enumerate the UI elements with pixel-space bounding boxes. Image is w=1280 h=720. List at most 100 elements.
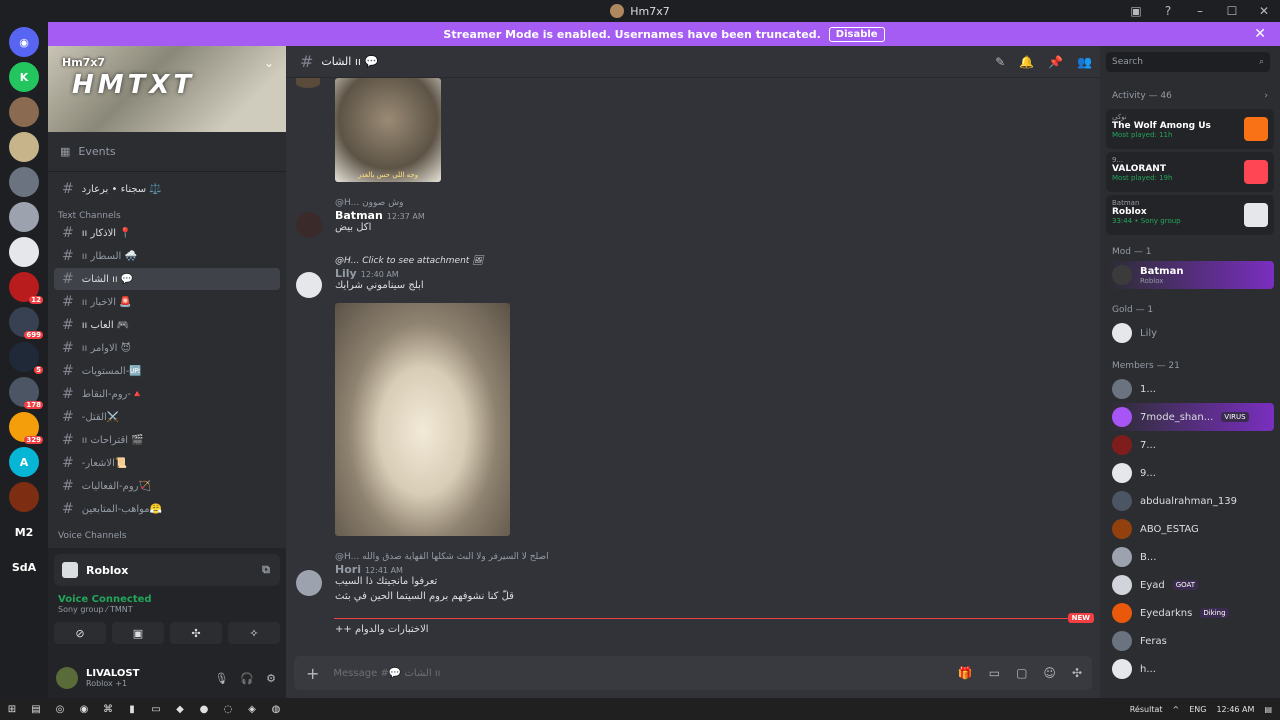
member-row[interactable]: ABO_ESTAG	[1100, 515, 1280, 543]
activity-header[interactable]: Activity — 46 ›	[1100, 86, 1280, 106]
server-icon[interactable]: 5	[9, 342, 43, 374]
reply-preview[interactable]: @H... وش صوون	[335, 198, 835, 208]
server-icon[interactable]: SdA	[9, 552, 39, 582]
avatar[interactable]	[56, 667, 78, 689]
close-banner-icon[interactable]: ✕	[1254, 26, 1266, 42]
avatar[interactable]	[296, 212, 322, 238]
member-row[interactable]: Feras	[1100, 627, 1280, 655]
app-icon[interactable]: ▮	[120, 704, 144, 715]
activity-card[interactable]: 9... VALORANT Most played: 19h	[1106, 152, 1274, 192]
reply-preview[interactable]: @H... اصلح لا السيرفر ولا البث شكلها الق…	[335, 552, 1035, 562]
channel-item[interactable]: # ıı الاوامر 😈	[54, 337, 280, 359]
vscode-icon[interactable]: ⌘	[96, 704, 120, 715]
server-icon[interactable]: 329	[9, 412, 43, 444]
chevron-right-icon[interactable]: ›	[1264, 91, 1268, 101]
channel-item[interactable]: # المستويات-🆙	[54, 360, 280, 382]
apps-icon[interactable]: ✣	[1072, 666, 1082, 680]
emoji-icon[interactable]: ☺	[1043, 666, 1056, 680]
server-banner[interactable]: Hm7x7 HMTXT ⌄	[48, 46, 286, 132]
gif-icon[interactable]: ▭	[989, 666, 1000, 680]
member-row[interactable]: Lily	[1100, 319, 1280, 347]
activities-icon[interactable]: ✣	[170, 622, 222, 644]
folder-icon[interactable]: ▭	[144, 704, 168, 715]
server-icon[interactable]: M2	[9, 517, 39, 547]
channel-item[interactable]: # -القتل⚔️	[54, 406, 280, 428]
channel-top[interactable]: # سجناء • برعارد ⚖️	[54, 178, 280, 200]
text-channels-category[interactable]: Text Channels	[48, 201, 286, 221]
message-author[interactable]: Hori	[335, 563, 361, 576]
server-icon[interactable]	[9, 482, 39, 512]
close-window-button[interactable]: ✕	[1248, 4, 1280, 18]
message-input[interactable]: + Message #💬 الشات ıı 🎁 ▭ ▢ ☺ ✣	[294, 656, 1092, 690]
pin-icon[interactable]: 📌	[1048, 55, 1063, 69]
server-icon[interactable]: A	[9, 447, 39, 477]
gift-icon[interactable]: 🎁	[958, 666, 973, 680]
channel-item[interactable]: # الشات ıı 💬	[54, 268, 280, 290]
member-row[interactable]: abdualrahman_139	[1100, 487, 1280, 515]
reply-preview[interactable]: @H... Click to see attachment 🖼	[335, 256, 835, 266]
channel-item[interactable]: # روم-الفعاليات🏹	[54, 475, 280, 497]
channel-item[interactable]: # ıı الاخبار 🚨	[54, 291, 280, 313]
notification-icon[interactable]: ▤	[1264, 705, 1272, 714]
help-icon[interactable]: ?	[1152, 4, 1184, 18]
channel-item[interactable]: # ıı العاب 🎮	[54, 314, 280, 336]
activity-card[interactable]: Batman Roblox 33:44 • Sony group	[1106, 195, 1274, 235]
monkey-image[interactable]: وجه اللي حس بالغدر	[335, 78, 441, 182]
screen-share-icon[interactable]: ▣	[112, 622, 164, 644]
add-attachment-icon[interactable]: +	[306, 664, 319, 683]
discord-icon[interactable]: ◉	[72, 704, 96, 715]
app-icon[interactable]: ◈	[240, 704, 264, 715]
tray-result[interactable]: Résultat	[1130, 705, 1163, 714]
chrome-icon[interactable]: ◎	[48, 704, 72, 715]
maximize-button[interactable]: ☐	[1216, 4, 1248, 18]
server-icon[interactable]: 12	[9, 272, 43, 304]
whatsapp-icon[interactable]: ◌	[216, 704, 240, 715]
headphones-icon[interactable]: 🎧	[240, 672, 254, 685]
member-row[interactable]: 7...	[1100, 431, 1280, 459]
activity-card[interactable]: نوكي The Wolf Among Us Most played: 11h	[1106, 109, 1274, 149]
app-icon[interactable]: ◍	[264, 704, 288, 715]
language-indicator[interactable]: ENG	[1189, 705, 1206, 714]
member-list-icon[interactable]: 👥	[1077, 55, 1092, 69]
microphone-icon[interactable]: 🎙	[214, 672, 228, 685]
disable-streamer-button[interactable]: Disable	[828, 26, 885, 42]
server-icon[interactable]: K	[9, 62, 39, 92]
server-icon[interactable]	[9, 97, 39, 127]
events-item[interactable]: ▦ Events	[48, 132, 286, 172]
notification-bell-icon[interactable]: 🔔	[1019, 55, 1034, 69]
inbox-icon[interactable]: ▣	[1120, 4, 1152, 18]
chevron-down-icon[interactable]: ⌄	[264, 56, 274, 70]
avatar[interactable]	[296, 570, 322, 596]
member-row[interactable]: Eyad GOAT	[1100, 571, 1280, 599]
member-row[interactable]: 9...	[1100, 459, 1280, 487]
spotify-icon[interactable]: ●	[192, 704, 216, 715]
server-icon[interactable]	[9, 167, 39, 197]
message-author[interactable]: Batman	[335, 209, 383, 222]
member-row[interactable]: Batman Roblox	[1106, 261, 1274, 289]
gear-icon[interactable]: ⚙	[266, 672, 276, 685]
clock[interactable]: 12:46 AM	[1216, 705, 1254, 714]
server-icon[interactable]	[9, 132, 39, 162]
sticker-icon[interactable]: ▢	[1016, 666, 1027, 680]
server-icon[interactable]	[9, 237, 39, 267]
channel-item[interactable]: # ıı الاذكار 📍	[54, 222, 280, 244]
channel-item[interactable]: # -الاشعار📜	[54, 452, 280, 474]
search-input[interactable]: Search ⌕	[1106, 52, 1270, 72]
chevron-up-icon[interactable]: ^	[1173, 705, 1180, 714]
member-row[interactable]: 7mode_shan... VIRUS	[1106, 403, 1274, 431]
server-icon[interactable]: ◉	[9, 27, 39, 57]
server-icon[interactable]	[9, 202, 39, 232]
message-author[interactable]: Lily	[335, 267, 357, 280]
popout-icon[interactable]: ⧉	[262, 563, 270, 577]
server-icon[interactable]: 178	[9, 377, 43, 409]
camera-off-icon[interactable]: ⊘	[54, 622, 106, 644]
soundboard-icon[interactable]: ✧	[228, 622, 280, 644]
threads-icon[interactable]: ✎	[995, 55, 1005, 69]
minimize-button[interactable]: –	[1184, 4, 1216, 18]
start-icon[interactable]: ⊞	[0, 704, 24, 715]
brave-icon[interactable]: ◆	[168, 704, 192, 715]
channel-item[interactable]: # ıı اقتراحات 🎬	[54, 429, 280, 451]
voice-channels-category[interactable]: Voice Channels	[48, 521, 286, 541]
member-row[interactable]: Eyedarkns Diking	[1100, 599, 1280, 627]
member-row[interactable]: h...	[1100, 655, 1280, 683]
